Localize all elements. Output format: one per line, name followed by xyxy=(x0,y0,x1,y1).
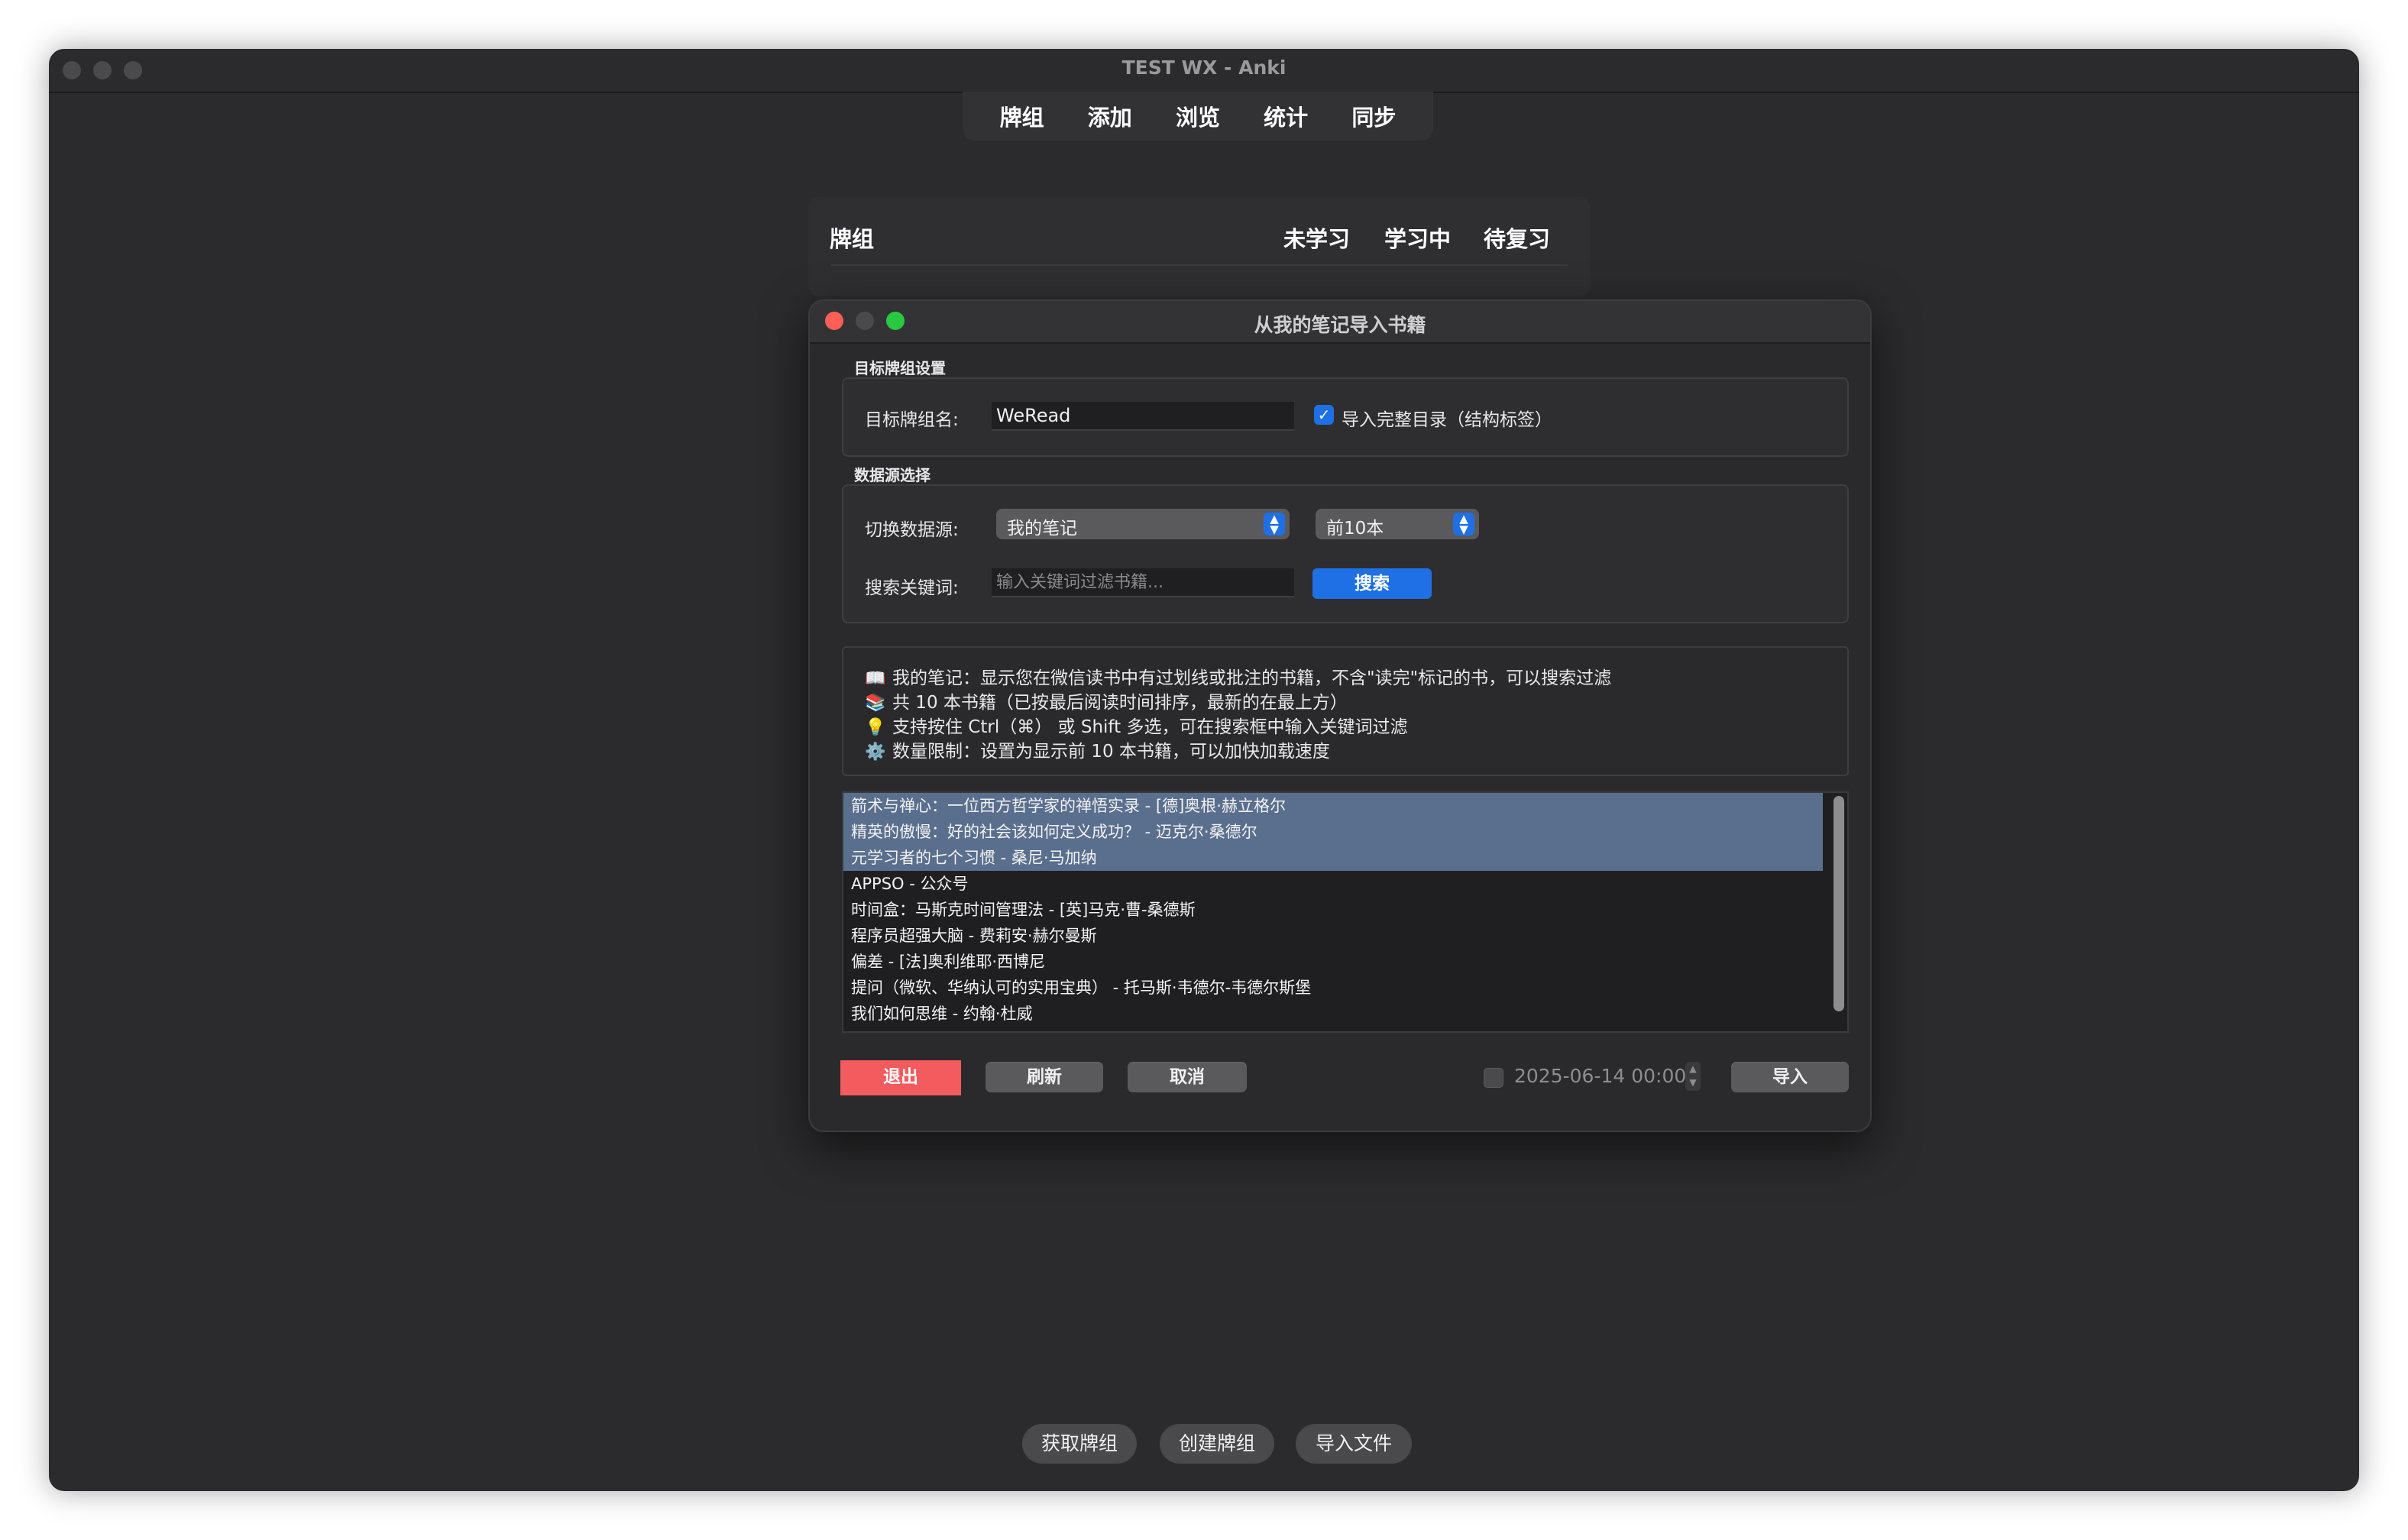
dialog-title: 从我的笔记导入书籍 xyxy=(1254,314,1426,336)
deck-list-panel: 牌组 未学习 学习中 待复习 xyxy=(808,197,1591,296)
book-list-scrollbar[interactable] xyxy=(1834,796,1844,1028)
gear-icon: ⚙️ xyxy=(865,742,886,762)
nav-browse[interactable]: 浏览 xyxy=(1176,100,1220,132)
books-icon: 📚 xyxy=(865,694,886,713)
get-decks-button[interactable]: 获取牌组 xyxy=(1022,1424,1137,1464)
lightbulb-icon: 💡 xyxy=(865,718,886,737)
info-line: ⚙️ 数量限制：设置为显示前 10 本书籍，可以加快加载速度 xyxy=(865,742,1330,762)
scrollbar-thumb[interactable] xyxy=(1834,796,1844,1011)
info-line: 💡 支持按住 Ctrl（⌘） 或 Shift 多选，可在搜索框中输入关键词过滤 xyxy=(865,717,1408,737)
book-list[interactable]: 箭术与禅心：一位西方哲学家的禅悟实录 - [德]奥根·赫立格尔 精英的傲慢：好的… xyxy=(842,791,1849,1033)
keyword-input[interactable] xyxy=(992,568,1294,597)
date-filter-field[interactable]: 2025-06-14 00:00 xyxy=(1514,1065,1686,1087)
source-select[interactable]: 我的笔记 ▲ ▼ xyxy=(996,509,1290,539)
book-list-item[interactable]: 时间盒：马斯克时间管理法 - [英]马克·曹-桑德斯 xyxy=(843,897,1823,923)
book-icon: 📖 xyxy=(865,669,886,688)
quit-button[interactable]: 退出 xyxy=(840,1060,961,1095)
nav-add[interactable]: 添加 xyxy=(1088,100,1132,132)
header-divider xyxy=(831,264,1568,266)
new-column-header: 未学习 xyxy=(1283,226,1351,252)
import-button[interactable]: 导入 xyxy=(1731,1062,1849,1092)
import-dialog: 从我的笔记导入书籍 目标牌组设置 目标牌组名: ✓ 导入完整目录（结构标签） 数… xyxy=(808,299,1872,1132)
source-group: 切换数据源: 我的笔记 ▲▼ 前10本 ▲▼ 搜索关键词: 搜索 xyxy=(842,484,1849,623)
deck-column-header: 牌组 xyxy=(830,226,875,252)
date-stepper[interactable]: ▲ ▼ xyxy=(1685,1062,1701,1091)
nav-decks[interactable]: 牌组 xyxy=(1000,100,1044,132)
nav-sync[interactable]: 同步 xyxy=(1351,100,1396,132)
book-list-item[interactable]: 程序员超强大脑 - 费莉安·赫尔曼斯 xyxy=(843,923,1823,949)
source-select-value: 我的笔记 xyxy=(1007,519,1077,539)
book-list-item[interactable]: APPSO - 公众号 xyxy=(843,871,1823,897)
target-group: 目标牌组名: ✓ 导入完整目录（结构标签） xyxy=(842,377,1849,457)
create-deck-button[interactable]: 创建牌组 xyxy=(1160,1424,1274,1464)
learning-column-header: 学习中 xyxy=(1384,226,1452,252)
book-list-item[interactable]: 元学习者的七个习惯 - 桑尼·马加纳 xyxy=(843,845,1823,871)
limit-select-value: 前10本 xyxy=(1326,519,1384,539)
cancel-button[interactable]: 取消 xyxy=(1128,1062,1247,1092)
book-list-item[interactable]: 我们如何思维 - 约翰·杜威 xyxy=(843,1001,1823,1027)
deck-name-label: 目标牌组名: xyxy=(865,410,959,430)
due-column-header: 待复习 xyxy=(1484,226,1551,252)
title-bar: TEST WX - Anki xyxy=(49,49,2359,93)
deck-name-input[interactable] xyxy=(992,402,1294,431)
import-file-button[interactable]: 导入文件 xyxy=(1296,1424,1412,1464)
info-box: 📖 我的笔记：显示您在微信读书中有过划线或批注的书籍，不含"读完"标记的书，可以搜… xyxy=(842,646,1849,776)
nav-stats[interactable]: 统计 xyxy=(1264,100,1308,132)
date-filter-checkbox[interactable] xyxy=(1484,1068,1503,1088)
full-toc-label: 导入完整目录（结构标签） xyxy=(1342,410,1552,430)
keyword-label: 搜索关键词: xyxy=(865,578,959,598)
limit-select[interactable]: 前10本 ▲ ▼ xyxy=(1316,509,1479,539)
dialog-title-bar: 从我的笔记导入书籍 xyxy=(810,301,1870,344)
top-nav: 牌组 添加 浏览 统计 同步 xyxy=(963,92,1433,141)
book-list-item[interactable]: 提问（微软、华纳认可的实用宝典） - 托马斯·韦德尔-韦德尔斯堡 xyxy=(843,975,1823,1001)
updown-chevron-icon: ▲ ▼ xyxy=(1264,513,1285,535)
info-line: 📚 共 10 本书籍（已按最后阅读时间排序，最新的在最上方） xyxy=(865,693,1348,713)
updown-chevron-icon: ▲ ▼ xyxy=(1453,513,1474,535)
source-section-title: 数据源选择 xyxy=(854,466,931,484)
book-list-item[interactable]: 偏差 - [法]奥利维耶·西博尼 xyxy=(843,949,1823,975)
search-button[interactable]: 搜索 xyxy=(1312,568,1432,599)
window-title: TEST WX - Anki xyxy=(1121,57,1287,79)
book-list-item[interactable]: 箭术与禅心：一位西方哲学家的禅悟实录 - [德]奥根·赫立格尔 xyxy=(843,793,1823,819)
target-section-title: 目标牌组设置 xyxy=(854,359,946,377)
info-line: 📖 我的笔记：显示您在微信读书中有过划线或批注的书籍，不含"读完"标记的书，可以搜… xyxy=(865,668,1612,688)
refresh-button[interactable]: 刷新 xyxy=(986,1062,1103,1092)
full-toc-checkbox[interactable]: ✓ xyxy=(1314,405,1334,425)
book-list-item[interactable]: 精英的傲慢：好的社会该如何定义成功？ - 迈克尔·桑德尔 xyxy=(843,819,1823,845)
source-label: 切换数据源: xyxy=(865,520,959,540)
